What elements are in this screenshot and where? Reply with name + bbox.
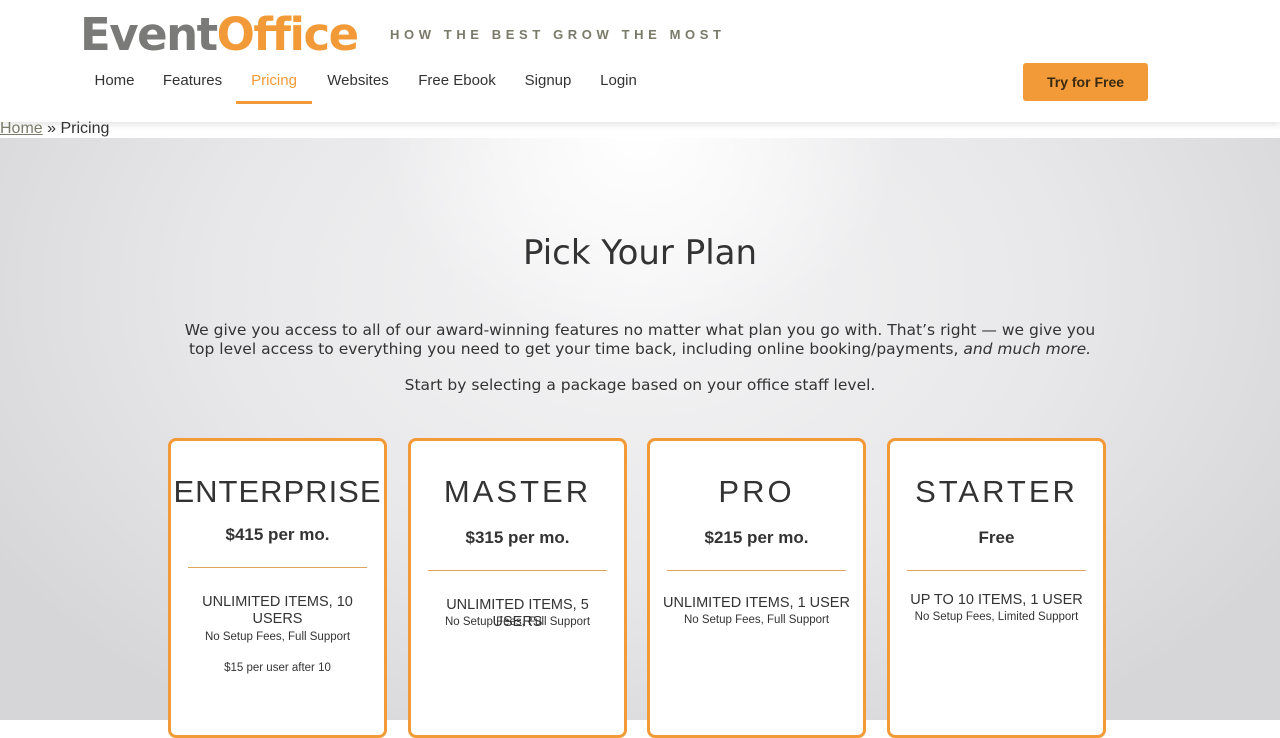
plan-fees: No Setup Fees, Limited Support <box>914 611 1079 623</box>
plan-items: UNLIMITED ITEMS, 1 USER <box>663 595 850 611</box>
plan-card-master[interactable]: MASTER $315 per mo. UNLIMITED ITEMS, 5 U… <box>408 438 627 738</box>
plan-divider <box>907 570 1086 571</box>
plan-items: UP TO 10 ITEMS, 1 USER <box>910 592 1083 608</box>
hero-intro-emphasis: and much more. <box>963 340 1092 358</box>
plan-card-pro[interactable]: PRO $215 per mo. UNLIMITED ITEMS, 1 USER… <box>647 438 866 738</box>
hero-intro-text: We give you access to all of our award-w… <box>184 321 1096 358</box>
hero-intro: We give you access to all of our award-w… <box>170 321 1110 359</box>
breadcrumb-separator: » <box>47 120 57 137</box>
nav-signup[interactable]: Signup <box>510 62 586 104</box>
plan-name: STARTER <box>915 474 1078 509</box>
plan-fees: No Setup Fees, Full Support <box>444 616 591 628</box>
nav-pricing[interactable]: Pricing <box>236 62 312 104</box>
plan-name: MASTER <box>443 474 592 509</box>
plan-divider <box>188 567 367 568</box>
tagline: HOW THE BEST GROW THE MOST <box>390 27 726 42</box>
plan-divider <box>667 570 846 571</box>
plan-extra: $15 per user after 10 <box>224 662 331 674</box>
nav-websites[interactable]: Websites <box>312 62 404 104</box>
plan-divider <box>428 570 607 571</box>
event-office-logo[interactable]: EventOffice <box>80 6 360 64</box>
logo-text-event: Event <box>80 8 218 61</box>
plan-card-starter[interactable]: STARTER Free UP TO 10 ITEMS, 1 USER No S… <box>887 438 1106 738</box>
nav-features[interactable]: Features <box>149 62 236 104</box>
plan-price: $215 per mo. <box>704 528 809 547</box>
nav-home[interactable]: Home <box>80 62 149 104</box>
plan-price: $415 per mo. <box>225 525 330 544</box>
plan-name: ENTERPRISE <box>173 474 382 509</box>
plan-fees: No Setup Fees, Full Support <box>204 631 351 643</box>
breadcrumb-home-link[interactable]: Home <box>0 120 43 137</box>
plan-items: UNLIMITED ITEMS, 10 USERS <box>202 594 353 627</box>
page-title: Pick Your Plan <box>522 233 758 273</box>
plan-name: PRO <box>718 474 795 509</box>
plan-price: Free <box>978 528 1015 547</box>
plan-price: $315 per mo. <box>465 528 570 547</box>
site-header: EventOffice HOW THE BEST GROW THE MOST H… <box>0 0 1280 122</box>
breadcrumb: Home » Pricing <box>0 119 109 139</box>
nav-free-ebook[interactable]: Free Ebook <box>404 62 510 104</box>
plan-card-enterprise[interactable]: ENTERPRISE $415 per mo. UNLIMITED ITEMS,… <box>168 438 387 738</box>
logo-text-office: Office <box>216 8 360 61</box>
breadcrumb-current: Pricing <box>60 120 110 137</box>
hero-subtitle: Start by selecting a package based on yo… <box>404 376 876 394</box>
nav-login[interactable]: Login <box>586 62 651 104</box>
plan-fees: No Setup Fees, Full Support <box>683 614 830 626</box>
pricing-hero: Pick Your Plan We give you access to all… <box>0 138 1280 738</box>
try-for-free-button[interactable]: Try for Free <box>1023 63 1148 101</box>
